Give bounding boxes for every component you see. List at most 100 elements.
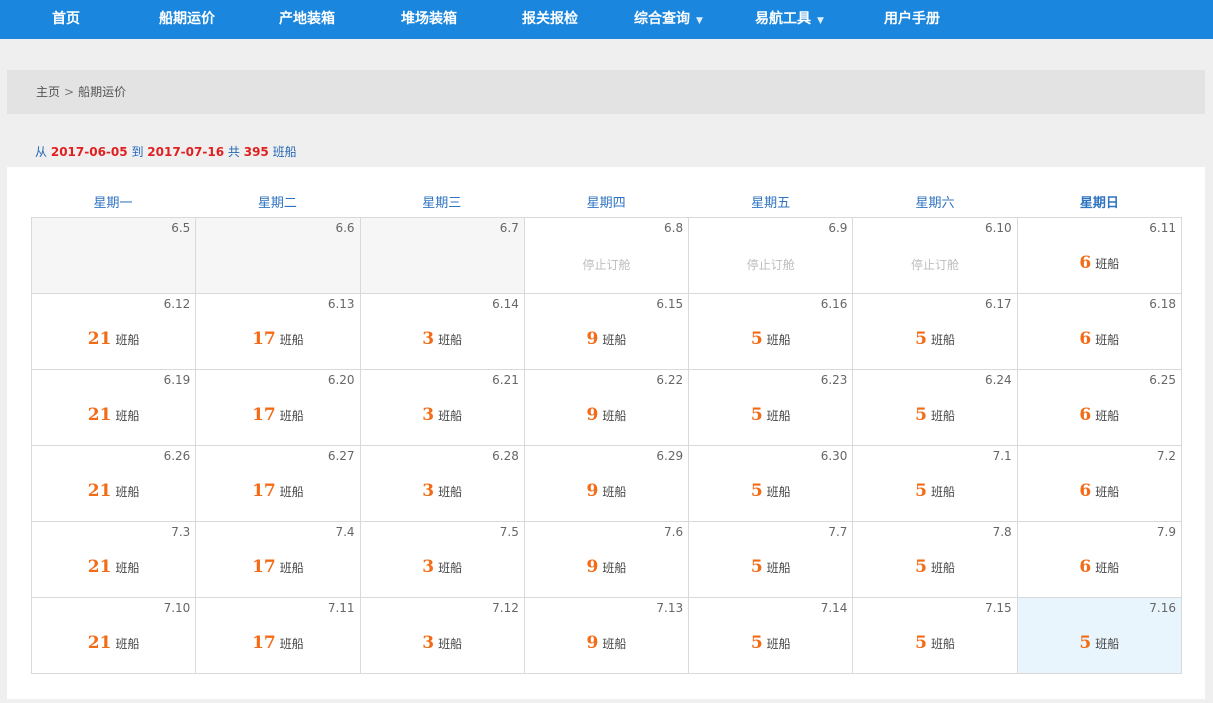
- calendar-day-cell[interactable]: 6.27 17 班船: [195, 445, 361, 522]
- calendar-day-cell[interactable]: 6.13 17 班船: [195, 293, 361, 370]
- calendar-day-cell[interactable]: 6.21 3 班船: [359, 369, 525, 446]
- calendar-day-cell[interactable]: 7.5 3 班船: [359, 521, 525, 598]
- sailing-count-link[interactable]: 21 班船: [32, 557, 195, 577]
- calendar-day-cell[interactable]: 6.16 5 班船: [688, 293, 854, 370]
- calendar-day-cell[interactable]: 6.29 9 班船: [523, 445, 690, 522]
- sailing-count-link[interactable]: 17 班船: [196, 329, 359, 349]
- sailing-count-link[interactable]: 5 班船: [689, 481, 852, 501]
- calendar-day-cell: 6.6: [195, 217, 361, 294]
- nav-user-manual[interactable]: 用户手册: [884, 0, 940, 39]
- calendar-day-cell[interactable]: 7.8 5 班船: [852, 521, 1018, 598]
- nav-home[interactable]: 首页: [52, 0, 80, 39]
- sailing-count: 21: [87, 633, 112, 653]
- calendar-day-cell[interactable]: 7.9 6 班船: [1016, 521, 1183, 598]
- summary-from-label: 从: [35, 145, 48, 159]
- sailing-count-link[interactable]: 5 班船: [853, 405, 1016, 425]
- calendar-day-cell[interactable]: 7.1 5 班船: [852, 445, 1018, 522]
- calendar-day-cell[interactable]: 7.13 9 班船: [523, 597, 690, 674]
- calendar-day-cell[interactable]: 6.30 5 班船: [688, 445, 854, 522]
- sailing-count-link[interactable]: 6 班船: [1018, 405, 1181, 425]
- nav-yard-loading[interactable]: 堆场装箱: [401, 0, 457, 39]
- calendar-day-cell[interactable]: 6.26 21 班船: [30, 445, 197, 522]
- sailing-unit-label: 班船: [438, 561, 463, 575]
- calendar-day-cell[interactable]: 7.6 9 班船: [523, 521, 690, 598]
- nav-query-menu[interactable]: 综合查询 ▼: [634, 0, 703, 39]
- nav-schedule-rates[interactable]: 船期运价: [159, 0, 215, 39]
- sailing-count-link[interactable]: 21 班船: [32, 633, 195, 653]
- sailing-unit-label: 班船: [438, 485, 463, 499]
- calendar-day-cell[interactable]: 6.19 21 班船: [30, 369, 197, 446]
- sailing-count-link[interactable]: 17 班船: [196, 633, 359, 653]
- calendar-day-cell[interactable]: 6.12 21 班船: [30, 293, 197, 370]
- calendar-day-cell[interactable]: 6.11 6 班船: [1016, 217, 1183, 294]
- sailing-count-link[interactable]: 9 班船: [525, 557, 688, 577]
- sailing-count-link[interactable]: 9 班船: [525, 405, 688, 425]
- calendar-day-cell[interactable]: 6.25 6 班船: [1016, 369, 1183, 446]
- sailing-count-link[interactable]: 6 班船: [1018, 329, 1181, 349]
- weekday-friday: 星期五: [751, 196, 791, 211]
- sailing-count-link[interactable]: 6 班船: [1018, 253, 1181, 273]
- calendar-day-cell[interactable]: 6.18 6 班船: [1016, 293, 1183, 370]
- day-date: 6.21: [492, 373, 519, 387]
- nav-origin-loading[interactable]: 产地装箱: [279, 0, 335, 39]
- calendar-day-cell[interactable]: 7.3 21 班船: [30, 521, 197, 598]
- sailing-count-link[interactable]: 21 班船: [32, 481, 195, 501]
- calendar-day-cell[interactable]: 6.14 3 班船: [359, 293, 525, 370]
- calendar-day-cell[interactable]: 7.11 17 班船: [195, 597, 361, 674]
- breadcrumb-home-link[interactable]: 主页: [36, 85, 60, 99]
- sailing-count-link[interactable]: 3 班船: [361, 481, 524, 501]
- sailing-count-link[interactable]: 9 班船: [525, 329, 688, 349]
- sailing-count-link[interactable]: 3 班船: [361, 633, 524, 653]
- sailing-count-link[interactable]: 3 班船: [361, 405, 524, 425]
- day-date: 6.22: [656, 373, 684, 387]
- calendar-day-cell[interactable]: 6.22 9 班船: [523, 369, 690, 446]
- sailing-count-link[interactable]: 5 班船: [689, 633, 852, 653]
- nav-home-label: 首页: [52, 11, 80, 27]
- calendar-day-cell[interactable]: 7.10 21 班船: [30, 597, 197, 674]
- calendar-day-cell[interactable]: 7.14 5 班船: [688, 597, 854, 674]
- sailing-unit-label: 班船: [766, 561, 791, 575]
- sailing-unit-label: 班船: [766, 637, 791, 651]
- sailing-count-link[interactable]: 6 班船: [1018, 557, 1181, 577]
- breadcrumb-current: 船期运价: [78, 85, 127, 99]
- sailing-unit-label: 班船: [930, 561, 955, 575]
- sailing-count-link[interactable]: 17 班船: [196, 557, 359, 577]
- calendar-day-cell[interactable]: 6.23 5 班船: [688, 369, 854, 446]
- sailing-count-link[interactable]: 5 班船: [853, 481, 1016, 501]
- sailing-unit-label: 班船: [602, 637, 627, 651]
- calendar-day-cell[interactable]: 6.20 17 班船: [195, 369, 361, 446]
- sailing-count-link[interactable]: 3 班船: [361, 557, 524, 577]
- sailing-unit-label: 班船: [1095, 409, 1120, 423]
- calendar-day-cell[interactable]: 6.17 5 班船: [852, 293, 1018, 370]
- sailing-count-link[interactable]: 5 班船: [689, 329, 852, 349]
- calendar-day-cell[interactable]: 7.7 5 班船: [688, 521, 854, 598]
- calendar-day-cell[interactable]: 7.16 5 班船: [1016, 597, 1183, 674]
- sailing-count-link[interactable]: 3 班船: [361, 329, 524, 349]
- sailing-count-link[interactable]: 6 班船: [1018, 481, 1181, 501]
- sailing-count-link[interactable]: 17 班船: [196, 405, 359, 425]
- sailing-count-link[interactable]: 5 班船: [853, 329, 1016, 349]
- sailing-count-link[interactable]: 5 班船: [689, 557, 852, 577]
- weekday-sunday: 星期日: [1079, 196, 1119, 211]
- sailing-count-link[interactable]: 17 班船: [196, 481, 359, 501]
- calendar-day-cell[interactable]: 7.2 6 班船: [1016, 445, 1183, 522]
- calendar-day-cell[interactable]: 6.24 5 班船: [852, 369, 1018, 446]
- calendar-day-cell[interactable]: 6.15 9 班船: [523, 293, 690, 370]
- calendar-day-cell[interactable]: 7.4 17 班船: [195, 521, 361, 598]
- sailing-count-link[interactable]: 5 班船: [1018, 633, 1181, 653]
- sailing-count-link[interactable]: 9 班船: [525, 481, 688, 501]
- sailing-unit-label: 班船: [766, 333, 791, 347]
- weekday-monday: 星期一: [93, 196, 133, 211]
- sailing-count-link[interactable]: 5 班船: [689, 405, 852, 425]
- day-date: 6.15: [656, 297, 684, 311]
- nav-customs[interactable]: 报关报检: [522, 0, 578, 39]
- calendar-day-cell[interactable]: 7.12 3 班船: [359, 597, 525, 674]
- calendar-day-cell[interactable]: 7.15 5 班船: [852, 597, 1018, 674]
- sailing-count-link[interactable]: 21 班船: [32, 405, 195, 425]
- sailing-count-link[interactable]: 5 班船: [853, 633, 1016, 653]
- sailing-count-link[interactable]: 9 班船: [525, 633, 688, 653]
- sailing-count-link[interactable]: 21 班船: [32, 329, 195, 349]
- sailing-count-link[interactable]: 5 班船: [853, 557, 1016, 577]
- nav-tools-menu[interactable]: 易航工具 ▼: [755, 0, 824, 39]
- calendar-day-cell[interactable]: 6.28 3 班船: [359, 445, 525, 522]
